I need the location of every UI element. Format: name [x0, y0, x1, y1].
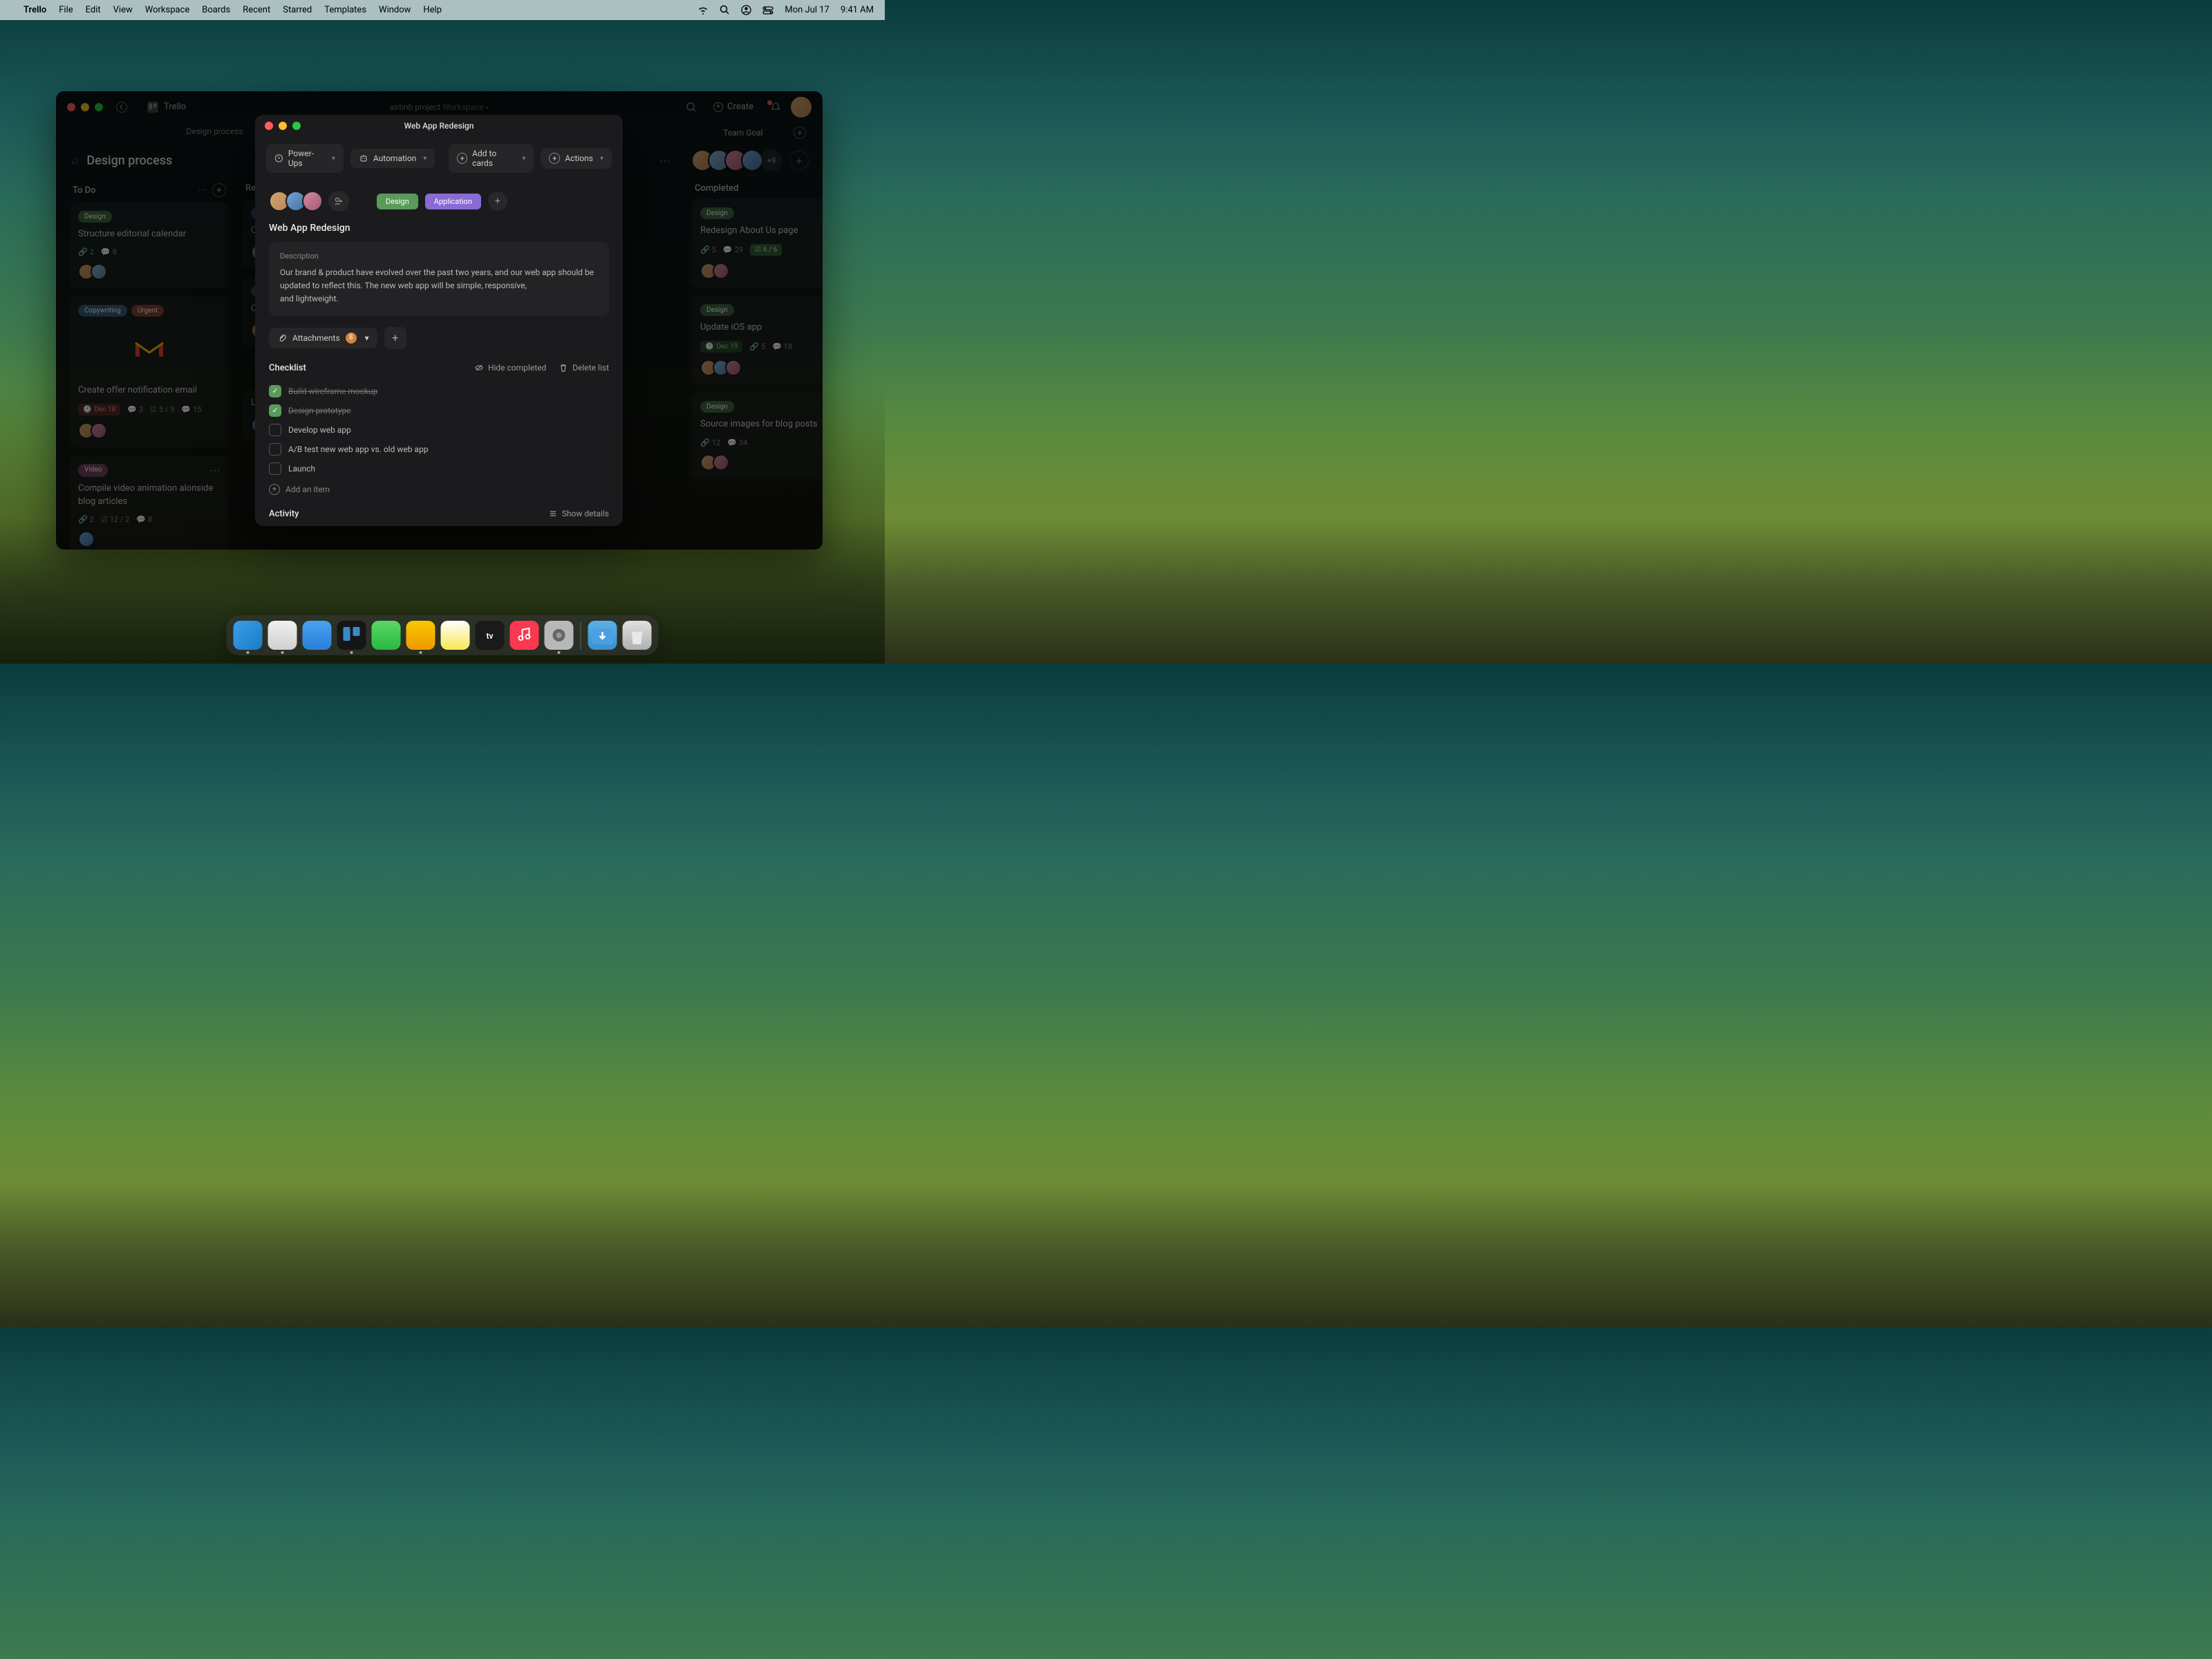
hide-completed-button[interactable]: Hide completed — [474, 363, 546, 373]
chevron-down-icon: ▾ — [365, 333, 369, 343]
description-box[interactable]: Description Our brand & product have evo… — [269, 242, 609, 316]
actions-button[interactable]: + Actions▾ — [541, 148, 612, 169]
powerups-button[interactable]: Power-Ups▾ — [266, 144, 344, 173]
add-attachment-button[interactable]: + — [384, 327, 406, 349]
menu-window[interactable]: Window — [379, 5, 411, 15]
tag-design[interactable]: Design — [377, 194, 418, 209]
plus-circle-icon: + — [549, 153, 560, 164]
menu-help[interactable]: Help — [423, 5, 442, 15]
automation-button[interactable]: Automation▾ — [350, 149, 435, 168]
activity-heading: Activity — [269, 509, 299, 519]
tag-application[interactable]: Application — [425, 194, 481, 209]
menu-workspace[interactable]: Workspace — [145, 5, 190, 15]
dock-downloads[interactable] — [588, 621, 617, 650]
chevron-down-icon: ▾ — [423, 155, 427, 162]
checklist-heading: Checklist — [269, 363, 306, 373]
menu-templates[interactable]: Templates — [324, 5, 366, 15]
dock-safari[interactable] — [268, 621, 297, 650]
menubar-date[interactable]: Mon Jul 17 — [785, 5, 830, 15]
delete-list-button[interactable]: Delete list — [559, 363, 609, 373]
card-heading: Web App Redesign — [269, 223, 609, 234]
list-icon — [548, 509, 558, 518]
menu-recent[interactable]: Recent — [243, 5, 270, 15]
add-member-button[interactable] — [328, 191, 349, 212]
checklist-item[interactable]: ✓Build wireframe mockup — [269, 382, 609, 401]
checklist-item[interactable]: ✓Design prototype — [269, 401, 609, 420]
add-to-cards-button[interactable]: + Add to cards▾ — [449, 144, 534, 173]
macos-menubar: Trello File Edit View Workspace Boards R… — [0, 0, 885, 20]
eye-off-icon — [474, 363, 484, 373]
attachments-count: 8 — [346, 332, 357, 344]
wifi-icon[interactable] — [697, 6, 709, 15]
add-tag-button[interactable]: + — [488, 191, 507, 211]
svg-text:tv: tv — [486, 631, 493, 641]
menu-edit[interactable]: Edit — [86, 5, 101, 15]
modal-minimize[interactable] — [279, 122, 287, 130]
menu-file[interactable]: File — [59, 5, 73, 15]
checkbox-unchecked[interactable] — [269, 443, 281, 456]
dock-trash[interactable] — [623, 621, 652, 650]
menu-view[interactable]: View — [113, 5, 133, 15]
menubar-time[interactable]: 9:41 AM — [841, 5, 874, 15]
member-avatar[interactable] — [302, 191, 323, 212]
automation-icon — [359, 153, 368, 163]
checkbox-checked[interactable]: ✓ — [269, 385, 281, 397]
dock-music[interactable] — [510, 621, 539, 650]
menubar-app-name[interactable]: Trello — [24, 5, 46, 15]
menu-boards[interactable]: Boards — [202, 5, 230, 15]
dock-facetime[interactable] — [372, 621, 401, 650]
dock-sketch[interactable] — [406, 621, 435, 650]
checklist-item[interactable]: Launch — [269, 459, 609, 478]
trash-icon — [559, 363, 568, 373]
description-label: Description — [280, 252, 598, 261]
modal-zoom[interactable] — [292, 122, 301, 130]
dock-settings[interactable] — [545, 621, 574, 650]
checkbox-unchecked[interactable] — [269, 462, 281, 475]
menu-starred[interactable]: Starred — [283, 5, 312, 15]
modal-close[interactable] — [265, 122, 273, 130]
user-icon[interactable] — [741, 5, 751, 15]
chevron-down-icon: ▾ — [522, 155, 525, 162]
dock-mail[interactable] — [303, 621, 332, 650]
chevron-down-icon: ▾ — [600, 155, 603, 162]
dock-trello[interactable] — [337, 621, 366, 650]
spotlight-icon[interactable] — [720, 5, 730, 15]
dock-finder[interactable] — [234, 621, 263, 650]
checkbox-unchecked[interactable] — [269, 424, 281, 436]
description-text: Our brand & product have evolved over th… — [280, 266, 598, 306]
card-detail-modal: Web App Redesign Power-Ups▾ Automation▾ … — [255, 115, 623, 526]
members-row: Design Application + — [269, 191, 609, 212]
plus-circle-icon: + — [269, 484, 280, 495]
dock-notes[interactable] — [441, 621, 470, 650]
dock-appletv[interactable]: tv — [476, 621, 505, 650]
add-checklist-item[interactable]: + Add an item — [269, 484, 609, 495]
checkbox-checked[interactable]: ✓ — [269, 404, 281, 417]
plus-circle-icon: + — [457, 153, 467, 164]
attachment-icon — [277, 333, 287, 343]
control-center-icon[interactable] — [762, 6, 774, 15]
macos-dock: tv — [227, 615, 659, 655]
show-details-button[interactable]: Show details — [548, 509, 609, 518]
powerups-icon — [274, 153, 283, 163]
checklist-item[interactable]: A/B test new web app vs. old web app — [269, 440, 609, 459]
attachments-button[interactable]: Attachments 8 ▾ — [269, 328, 377, 348]
chevron-down-icon: ▾ — [332, 155, 335, 162]
checklist-item[interactable]: Develop web app — [269, 420, 609, 440]
modal-title: Web App Redesign — [404, 121, 474, 131]
